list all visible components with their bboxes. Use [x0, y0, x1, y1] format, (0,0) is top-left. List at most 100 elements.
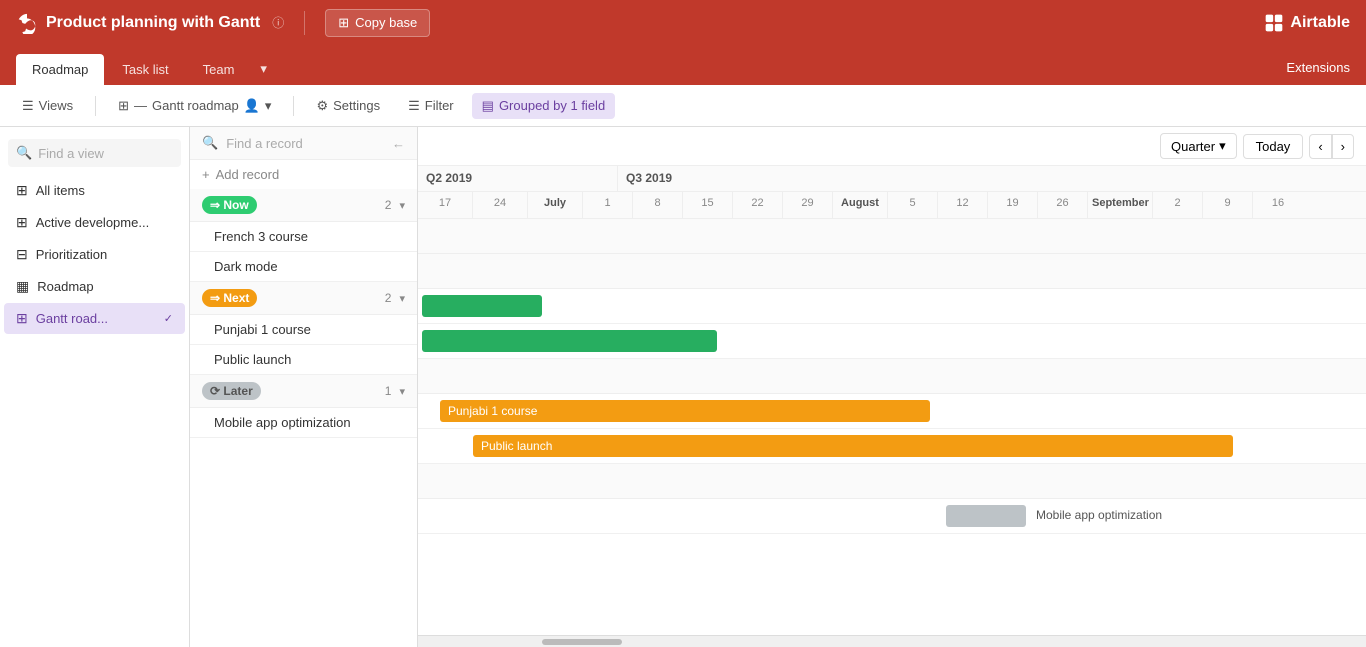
sidebar-item-label: Prioritization — [36, 247, 108, 262]
extensions-button[interactable]: Extensions — [1286, 60, 1350, 85]
next-button[interactable]: › — [1332, 134, 1354, 159]
group-icon: ▤ — [482, 98, 494, 114]
views-icon: ☰ — [22, 98, 34, 114]
copy-base-label: Copy base — [355, 15, 417, 30]
date-19: 19 — [988, 192, 1038, 218]
sidebar-item-label: Roadmap — [37, 279, 93, 294]
bar-punjabi[interactable]: Punjabi 1 course — [440, 400, 930, 422]
q2-label: Q2 2019 — [418, 166, 618, 191]
sidebar-item-gantt[interactable]: ⊞ Gantt road... ✓ — [4, 303, 185, 334]
date-29: 29 — [783, 192, 833, 218]
record-publiclaunch[interactable]: Public launch — [190, 345, 417, 375]
prev-button[interactable]: ‹ — [1309, 134, 1331, 159]
today-button[interactable]: Today — [1243, 134, 1304, 159]
add-record-row[interactable]: + Add record — [190, 160, 417, 189]
find-record-input[interactable]: Find a record — [226, 136, 384, 151]
filter-label: Filter — [425, 98, 454, 113]
record-punjabi[interactable]: Punjabi 1 course — [190, 315, 417, 345]
top-divider — [304, 11, 305, 35]
chevron-later: ▾ — [399, 385, 405, 398]
airtable-icon — [1264, 13, 1284, 33]
search-icon: 🔍 — [16, 145, 32, 161]
bar-french3[interactable] — [422, 295, 542, 317]
group-now-header[interactable]: ⇒ Now 2 ▾ — [190, 189, 417, 222]
filter-button[interactable]: ☰ Filter — [398, 93, 464, 119]
bar-punjabi-label: Punjabi 1 course — [448, 404, 537, 418]
bar-mobileapp[interactable] — [946, 505, 1026, 527]
gantt-next-header-row — [418, 359, 1366, 394]
sidebar-item-prioritization[interactable]: ⊟ Prioritization — [4, 239, 185, 270]
toolbar-divider-2 — [293, 96, 294, 116]
bar-publiclaunch[interactable]: Public launch — [473, 435, 1233, 457]
sidebar-item-label: All items — [36, 183, 85, 198]
top-bar-right: Airtable — [1264, 13, 1350, 33]
tab-roadmap[interactable]: Roadmap — [16, 54, 104, 85]
tab-tasklist[interactable]: Task list — [106, 54, 184, 85]
nav-buttons: ‹ › — [1309, 134, 1354, 159]
bar-darkmode[interactable] — [422, 330, 717, 352]
collapse-icon[interactable]: ← — [392, 136, 405, 151]
checkmark-icon: ✓ — [164, 312, 173, 325]
records-panel: 🔍 Find a record ← + Add record ⇒ Now 2 ▾… — [190, 127, 418, 647]
badge-now: ⇒ Now — [202, 196, 257, 214]
add-icon: + — [202, 167, 210, 182]
quarter-chevron: ▾ — [1219, 138, 1226, 154]
settings-button[interactable]: ⚙ Settings — [306, 93, 390, 119]
chart-controls: Quarter ▾ Today ‹ › — [418, 127, 1366, 166]
q3-label: Q3 2019 — [618, 166, 1366, 191]
scrollbar-thumb[interactable] — [542, 639, 622, 645]
app-logo: Product planning with Gantt — [16, 12, 260, 34]
gantt-now-header-row — [418, 254, 1366, 289]
sidebar-item-allitems[interactable]: ⊞ All items — [4, 175, 185, 206]
horizontal-scrollbar[interactable] — [418, 635, 1366, 647]
timeline-wrapper: Q2 2019 Q3 2019 17 24 July 1 8 15 22 — [418, 166, 1366, 635]
airtable-text: Airtable — [1290, 14, 1350, 32]
sidebar-item-roadmap[interactable]: ▦ Roadmap — [4, 271, 185, 302]
tab-more-button[interactable]: ▾ — [252, 53, 275, 85]
grid-icon: ⊞ — [16, 182, 28, 199]
group-next-header[interactable]: ⇒ Next 2 ▾ — [190, 282, 417, 315]
record-mobileapp[interactable]: Mobile app optimization — [190, 408, 417, 438]
date-12: 12 — [938, 192, 988, 218]
gantt-label: Gantt roadmap — [152, 98, 239, 113]
record-french3[interactable]: French 3 course — [190, 222, 417, 252]
settings-label: Settings — [333, 98, 380, 113]
date-15: 15 — [683, 192, 733, 218]
views-button[interactable]: ☰ Views — [12, 93, 83, 119]
kanban-icon: ⊟ — [16, 246, 28, 263]
badge-later: ⟳ Later — [202, 382, 261, 400]
date-8: 1 — [583, 192, 633, 218]
quarter-button[interactable]: Quarter ▾ — [1160, 133, 1237, 159]
chevron-now: ▾ — [399, 199, 405, 212]
tab-team[interactable]: Team — [187, 54, 251, 85]
date-row: 17 24 July 1 8 15 22 29 August 5 12 19 — [418, 192, 1366, 218]
copy-base-button[interactable]: ⊞ Copy base — [325, 9, 430, 37]
date-8b: 8 — [633, 192, 683, 218]
tab-bar: Roadmap Task list Team ▾ Extensions — [0, 45, 1366, 85]
top-bar: Product planning with Gantt ⓘ ⊞ Copy bas… — [0, 0, 1366, 45]
group-next-count: 2 — [385, 291, 392, 305]
group-later-header[interactable]: ⟳ Later 1 ▾ — [190, 375, 417, 408]
grouped-button[interactable]: ▤ Grouped by 1 field — [472, 93, 616, 119]
record-label: Dark mode — [214, 259, 278, 274]
views-label: Views — [39, 98, 73, 113]
gantt-dash-icon: — — [134, 98, 147, 113]
gantt-view-button[interactable]: ⊞ — Gantt roadmap 👤 ▾ — [108, 93, 281, 119]
tabs-left: Roadmap Task list Team ▾ — [16, 53, 275, 85]
records-header: 🔍 Find a record ← — [190, 127, 417, 160]
gantt-later-header-row — [418, 464, 1366, 499]
app-title: Product planning with Gantt — [46, 14, 260, 32]
rocket-icon — [16, 12, 38, 34]
sidebar-item-active[interactable]: ⊞ Active developme... — [4, 207, 185, 238]
record-label: Public launch — [214, 352, 291, 367]
chart-panel: Quarter ▾ Today ‹ › Q2 2019 — [418, 127, 1366, 647]
gantt-addrecord-row — [418, 219, 1366, 254]
search-records-icon: 🔍 — [202, 135, 218, 151]
sidebar-search[interactable]: 🔍 Find a view — [8, 139, 181, 167]
gantt-users-icon: 👤 — [244, 98, 260, 114]
record-darkmode[interactable]: Dark mode — [190, 252, 417, 282]
gantt-icon: ⊞ — [118, 98, 129, 114]
gantt-container: 🔍 Find a record ← + Add record ⇒ Now 2 ▾… — [190, 127, 1366, 647]
gantt-row-french3 — [418, 289, 1366, 324]
date-2: 2 — [1153, 192, 1203, 218]
